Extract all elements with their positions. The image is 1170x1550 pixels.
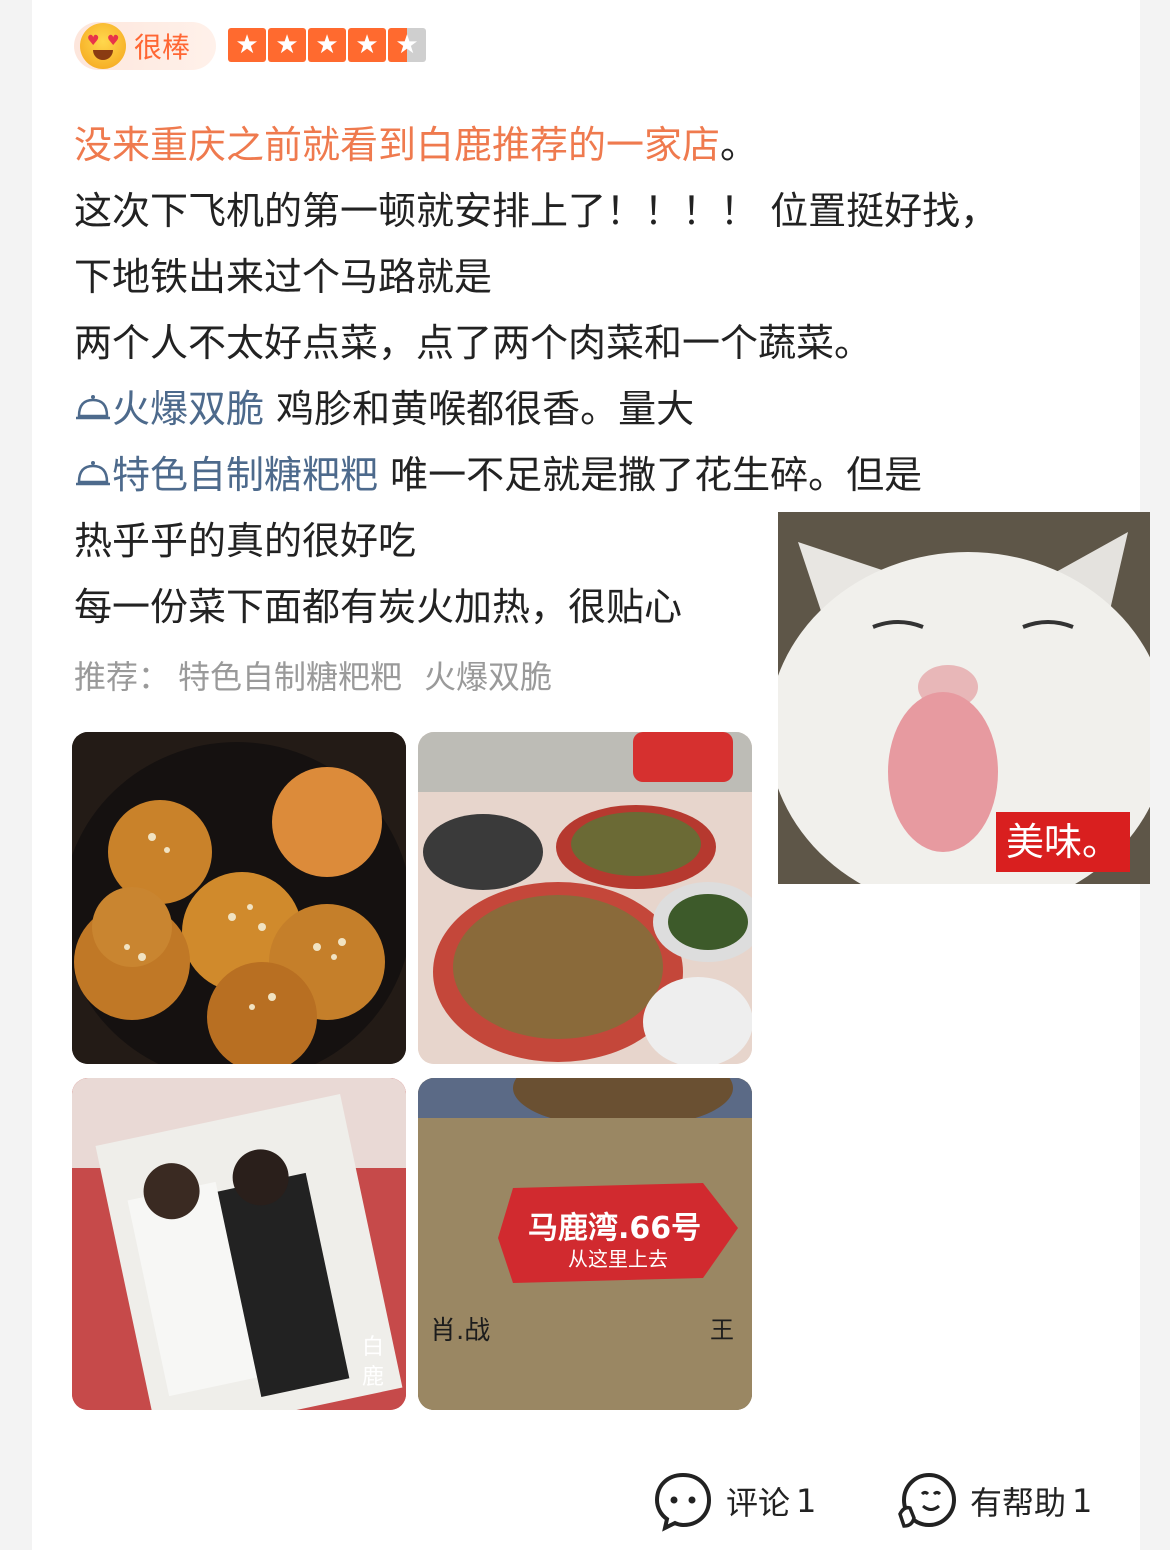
- heart-eyes-emoji-icon: ♥ ♥: [80, 23, 126, 69]
- rating-badge: ♥ ♥ 很棒: [74, 22, 217, 70]
- sign-subtext: 从这里上去: [568, 1247, 668, 1271]
- comment-count: 1: [796, 1482, 817, 1520]
- dish-mention-line: 火爆双脆 鸡胗和黄喉都很香。量大: [74, 376, 1084, 442]
- wall-graffiti: 肖.战: [430, 1316, 491, 1346]
- dish-tag-name: 特色自制糖粑粑: [112, 453, 379, 497]
- photo-card-text: 白鹿: [362, 1335, 385, 1390]
- comment-label: 评论: [726, 1484, 791, 1522]
- dish-comment: 鸡胗和黄喉都很香。量大: [276, 387, 695, 431]
- review-line: 下地铁出来过个马路就是: [74, 255, 493, 299]
- helpful-button[interactable]: 有帮助 1: [896, 1468, 1092, 1534]
- review-photo-card[interactable]: 白鹿: [72, 1078, 406, 1410]
- helpful-smile-icon: [898, 1473, 956, 1528]
- dish-bell-icon: [76, 395, 110, 420]
- review-headline: 没来重庆之前就看到白鹿推荐的一家店: [74, 123, 721, 167]
- dish-tag-link[interactable]: 特色自制糖粑粑: [74, 453, 390, 497]
- cat-meme-sticker: 美味。: [778, 512, 1150, 884]
- review-photo-dishes[interactable]: [418, 732, 752, 1064]
- rating-label: 很棒: [134, 31, 191, 64]
- star-icon: ★: [348, 28, 386, 62]
- recommend-label: 推荐：: [74, 658, 171, 696]
- photo-card-image: [72, 1078, 406, 1410]
- review-headline-line: 没来重庆之前就看到白鹿推荐的一家店。: [74, 112, 1084, 178]
- fried-dough-balls-image: [72, 732, 406, 1064]
- dish-mention-line: 特色自制糖粑粑 唯一不足就是撒了花生碎。但是: [74, 442, 1084, 508]
- comment-button[interactable]: 评论 1: [652, 1468, 816, 1534]
- star-rating: ★ ★ ★ ★ ★: [228, 28, 426, 62]
- headline-period: 。: [720, 123, 759, 167]
- review-photo-sign[interactable]: 马鹿湾.66号 从这里上去 肖.战 王: [418, 1078, 752, 1410]
- star-icon: ★: [268, 28, 306, 62]
- recommended-dishes: 推荐： 特色自制糖粑粑 火爆双脆: [74, 652, 574, 698]
- helpful-label: 有帮助: [970, 1484, 1067, 1522]
- recommended-dish[interactable]: 特色自制糖粑粑: [178, 658, 402, 696]
- wall-graffiti: 王: [710, 1316, 734, 1344]
- dish-tag-link[interactable]: 火爆双脆: [74, 387, 276, 431]
- recommended-dish[interactable]: 火爆双脆: [424, 658, 552, 696]
- review-line: 这次下飞机的第一顿就安排上了！！！！ 位置挺好找，: [74, 189, 999, 233]
- review-line: 两个人不太好点菜，点了两个肉菜和一个蔬菜。: [74, 321, 873, 365]
- star-icon: ★: [308, 28, 346, 62]
- comment-bubble-icon: [654, 1472, 712, 1532]
- helpful-count: 1: [1072, 1482, 1093, 1520]
- review-photo-tangbaba[interactable]: [72, 732, 406, 1064]
- dish-bell-icon: [76, 461, 110, 486]
- meme-caption: 美味。: [995, 812, 1130, 872]
- dish-comment: 唯一不足就是撒了花生碎。但是: [390, 453, 923, 497]
- star-icon: ★: [228, 28, 266, 62]
- table-dishes-image: [418, 732, 752, 1064]
- sign-text: 马鹿湾.66号: [528, 1211, 702, 1246]
- dish-tag-name: 火爆双脆: [112, 387, 265, 431]
- half-star-icon: ★: [388, 28, 426, 62]
